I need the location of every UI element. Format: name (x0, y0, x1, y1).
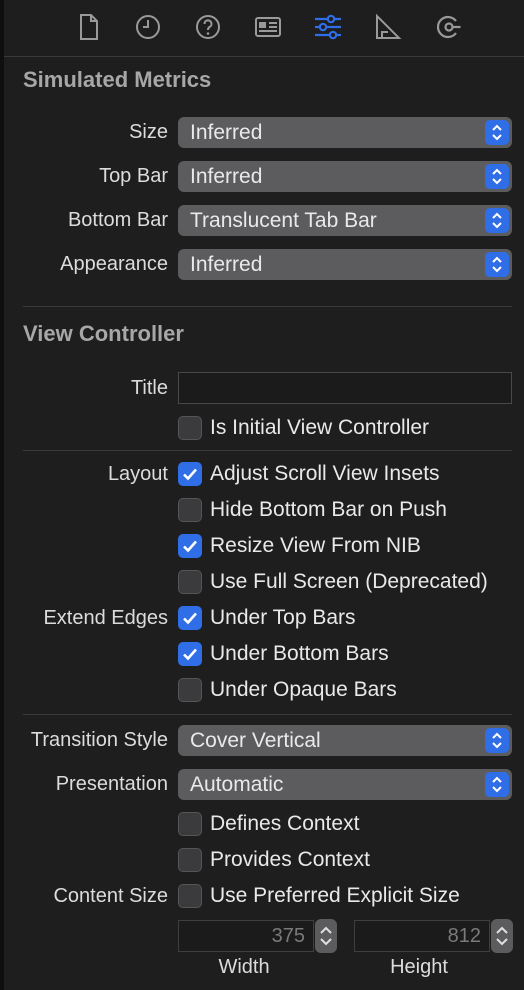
connections-icon[interactable] (431, 10, 465, 44)
size-popup[interactable]: Inferred (178, 117, 512, 148)
appearance-label: Appearance (60, 253, 168, 275)
size-value: Inferred (190, 121, 263, 144)
extend-edges-label: Extend Edges (43, 607, 168, 629)
top-bar-popup[interactable]: Inferred (178, 161, 512, 192)
help-icon[interactable] (191, 10, 225, 44)
checkbox (178, 678, 202, 702)
checkbox (178, 884, 202, 908)
checkmark-icon (178, 462, 202, 486)
checkmark-icon (178, 642, 202, 666)
ruler-icon[interactable] (371, 10, 405, 44)
title-field[interactable] (178, 372, 512, 404)
transition-style-label: Transition Style (30, 729, 168, 751)
height-label: Height (390, 956, 448, 978)
popup-arrows-icon (485, 728, 509, 753)
file-icon[interactable] (71, 10, 105, 44)
popup-arrows-icon (485, 208, 509, 233)
clock-icon[interactable] (131, 10, 165, 44)
defines-context-label: Defines Context (210, 812, 360, 835)
checkmark-icon (178, 606, 202, 630)
bottom-bar-value: Translucent Tab Bar (190, 209, 377, 232)
adjust-scroll-insets-label: Adjust Scroll View Insets (210, 462, 440, 485)
layout-label: Layout (107, 463, 168, 485)
appearance-value: Inferred (190, 253, 263, 276)
resize-view-from-nib-label: Resize View From NIB (210, 534, 421, 557)
checkbox (178, 812, 202, 836)
section-divider (23, 714, 512, 715)
checkmark-icon (178, 534, 202, 558)
transition-style-popup[interactable]: Cover Vertical (178, 725, 512, 756)
provides-context-label: Provides Context (210, 848, 370, 871)
use-full-screen-label: Use Full Screen (Deprecated) (210, 570, 488, 593)
presentation-value: Automatic (190, 773, 284, 796)
checkbox (178, 848, 202, 872)
section-title-view-controller: View Controller (23, 321, 184, 346)
popup-arrows-icon (485, 252, 509, 277)
title-label: Title (130, 377, 168, 399)
size-label: Size (129, 121, 168, 143)
toolbar-divider (4, 56, 524, 57)
bottom-bar-popup[interactable]: Translucent Tab Bar (178, 205, 512, 236)
under-opaque-bars-label: Under Opaque Bars (210, 678, 397, 701)
sliders-icon[interactable] (311, 10, 345, 44)
content-size-label: Content Size (53, 885, 168, 907)
height-field[interactable]: 812 (354, 920, 490, 952)
inspector-toolbar (4, 0, 524, 56)
popup-arrows-icon (485, 120, 509, 145)
height-stepper[interactable] (491, 919, 513, 953)
under-bottom-bars-label: Under Bottom Bars (210, 642, 389, 665)
section-divider (23, 450, 512, 451)
popup-arrows-icon (485, 164, 509, 189)
top-bar-value: Inferred (190, 165, 263, 188)
section-title-simulated-metrics: Simulated Metrics (23, 67, 212, 92)
hide-bottom-bar-label: Hide Bottom Bar on Push (210, 498, 447, 521)
width-field[interactable]: 375 (178, 920, 314, 952)
checkbox (178, 570, 202, 594)
preferred-explicit-size-label: Use Preferred Explicit Size (210, 884, 460, 907)
checkbox (178, 416, 202, 440)
identity-icon[interactable] (251, 10, 285, 44)
transition-style-value: Cover Vertical (190, 729, 321, 752)
initial-view-controller-label: Is Initial View Controller (210, 416, 430, 439)
popup-arrows-icon (485, 772, 509, 797)
presentation-label: Presentation (55, 773, 168, 795)
under-top-bars-label: Under Top Bars (210, 606, 356, 629)
section-divider (23, 306, 512, 307)
width-stepper[interactable] (315, 919, 337, 953)
width-label: Width (218, 956, 270, 978)
attributes-inspector: Simulated Metrics Size Inferred Top Bar … (0, 0, 524, 990)
checkbox (178, 498, 202, 522)
bottom-bar-label: Bottom Bar (67, 209, 168, 231)
presentation-popup[interactable]: Automatic (178, 769, 512, 800)
top-bar-label: Top Bar (99, 165, 168, 187)
appearance-popup[interactable]: Inferred (178, 249, 512, 280)
